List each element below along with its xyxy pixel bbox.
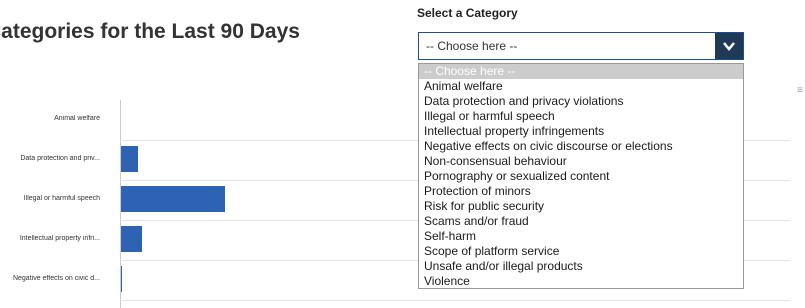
page-title: Categories for the Last 90 Days (0, 20, 300, 43)
category-tick-label: Negative effects on civic d... (12, 275, 100, 282)
category-option[interactable]: Unsafe and/or illegal products (419, 259, 743, 274)
dropdown-toggle-button[interactable] (715, 33, 743, 59)
chart-bar[interactable] (121, 226, 143, 252)
category-option[interactable]: Non-consensual behaviour (419, 154, 743, 169)
chart-bar[interactable] (121, 146, 138, 172)
category-option[interactable]: Data protection and privacy violations (419, 94, 743, 109)
category-select[interactable]: -- Choose here -- (418, 32, 744, 60)
chart-bar[interactable] (121, 266, 123, 292)
category-option[interactable]: Negative effects on civic discourse or e… (419, 139, 743, 154)
category-select-value: -- Choose here -- (426, 39, 518, 53)
category-option[interactable]: Pornography or sexualized content (419, 169, 743, 184)
page: Categories for the Last 90 Days Select a… (0, 0, 805, 308)
category-tick-label: Animal welfare (54, 115, 100, 122)
grid-line (120, 300, 790, 301)
hamburger-icon[interactable]: ≡ (797, 85, 803, 96)
category-option[interactable]: Scams and/or fraud (419, 214, 743, 229)
category-option[interactable]: Risk for public security (419, 199, 743, 214)
category-tick-label: Illegal or harmful speech (23, 195, 100, 202)
category-option[interactable]: Violence (419, 274, 743, 288)
chart-bar[interactable] (121, 186, 226, 212)
chevron-down-icon (723, 42, 735, 51)
category-option[interactable]: Self-harm (419, 229, 743, 244)
category-options-list[interactable]: -- Choose here -- Animal welfare Data prot… (418, 63, 744, 289)
category-option[interactable]: Animal welfare (419, 79, 743, 94)
select-category-label: Select a Category (417, 6, 518, 20)
category-tick-label: Intellectual property infri... (19, 235, 100, 242)
category-option[interactable]: Scope of platform service (419, 244, 743, 259)
category-option[interactable]: -- Choose here -- (419, 64, 743, 79)
category-tick-label: Data protection and priv... (20, 155, 100, 162)
category-option[interactable]: Intellectual property infringements (419, 124, 743, 139)
category-option[interactable]: Protection of minors (419, 184, 743, 199)
category-option[interactable]: Illegal or harmful speech (419, 109, 743, 124)
